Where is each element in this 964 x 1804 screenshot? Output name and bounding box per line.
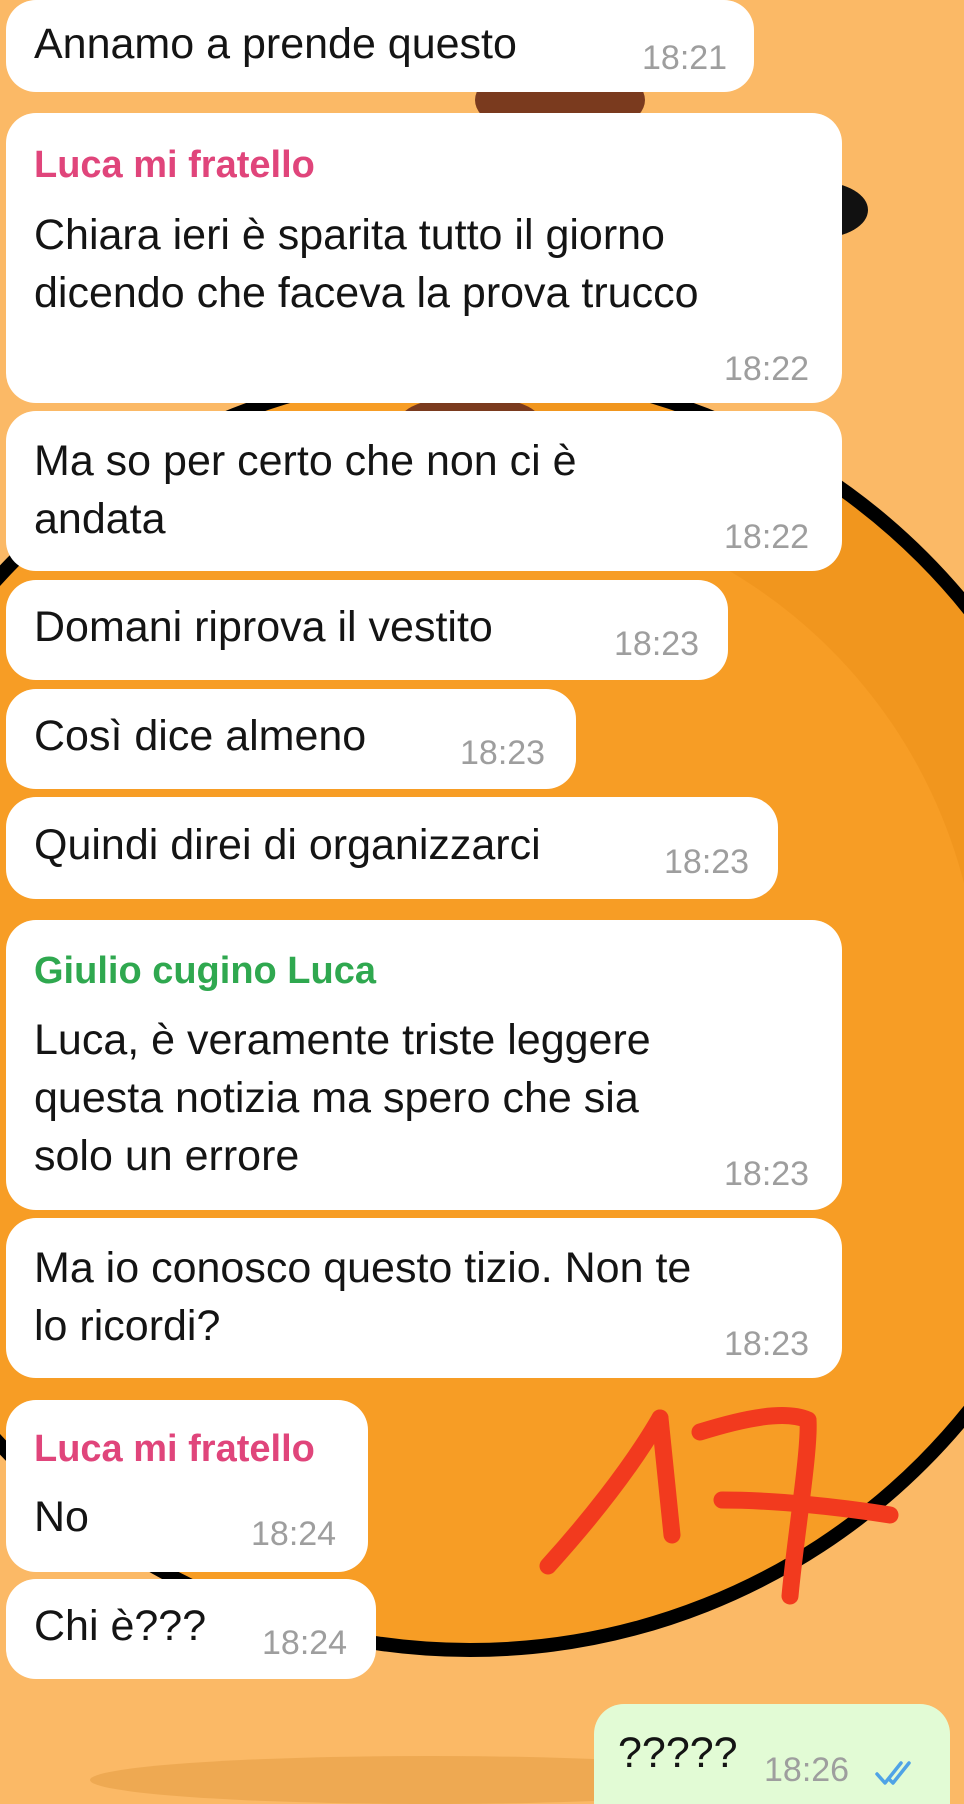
- sender-name[interactable]: Luca mi fratello: [34, 143, 315, 187]
- message-text: ?????: [618, 1729, 738, 1777]
- message-text: Quindi direi di organizzarci: [34, 821, 541, 869]
- message-text: Luca, è veramente triste leggere questa …: [34, 1016, 651, 1180]
- outgoing-message-bubble[interactable]: ????? 18:26: [594, 1704, 950, 1804]
- message-text: Annamo a prende questo: [34, 20, 517, 68]
- message-bubble[interactable]: Annamo a prende questo 18:21: [6, 0, 754, 92]
- message-bubble[interactable]: Domani riprova il vestito 18:23: [6, 580, 728, 680]
- message-bubble[interactable]: Ma io conosco questo tizio. Non te lo ri…: [6, 1218, 842, 1378]
- message-timestamp: 18:23: [614, 625, 700, 663]
- message-bubble[interactable]: Quindi direi di organizzarci 18:23: [6, 797, 778, 899]
- message-timestamp: 18:23: [724, 1155, 810, 1193]
- message-timestamp: 18:22: [724, 350, 810, 388]
- message-text: No: [34, 1493, 89, 1541]
- message-bubble[interactable]: Ma so per certo che non ci è andata 18:2…: [6, 411, 842, 571]
- message-bubble[interactable]: Luca mi fratello No 18:24: [6, 1400, 368, 1572]
- message-text: Ma so per certo che non ci è andata: [34, 437, 577, 543]
- message-text: Ma io conosco questo tizio. Non te lo ri…: [34, 1244, 692, 1350]
- message-bubble[interactable]: Chi è??? 18:24: [6, 1579, 376, 1679]
- message-bubble[interactable]: Luca mi fratello Chiara ieri è sparita t…: [6, 113, 842, 403]
- message-text: Chiara ieri è sparita tutto il giorno di…: [34, 211, 699, 317]
- message-text: Chi è???: [34, 1602, 207, 1650]
- sender-name[interactable]: Luca mi fratello: [34, 1427, 315, 1471]
- message-timestamp: 18:23: [724, 1325, 810, 1363]
- message-timestamp: 18:23: [664, 843, 750, 881]
- message-bubble[interactable]: Così dice almeno 18:23: [6, 689, 576, 789]
- message-bubble[interactable]: Giulio cugino Luca Luca, è veramente tri…: [6, 920, 842, 1210]
- read-double-check-icon: [875, 1761, 911, 1785]
- message-timestamp: 18:21: [642, 39, 728, 77]
- message-text: Domani riprova il vestito: [34, 603, 493, 651]
- message-timestamp: 18:22: [724, 518, 810, 556]
- message-timestamp: 18:24: [251, 1515, 337, 1553]
- sender-name[interactable]: Giulio cugino Luca: [34, 949, 376, 993]
- message-timestamp: 18:23: [460, 734, 546, 772]
- message-text: Così dice almeno: [34, 712, 367, 760]
- message-timestamp: 18:24: [262, 1624, 348, 1662]
- message-timestamp: 18:26: [764, 1751, 850, 1789]
